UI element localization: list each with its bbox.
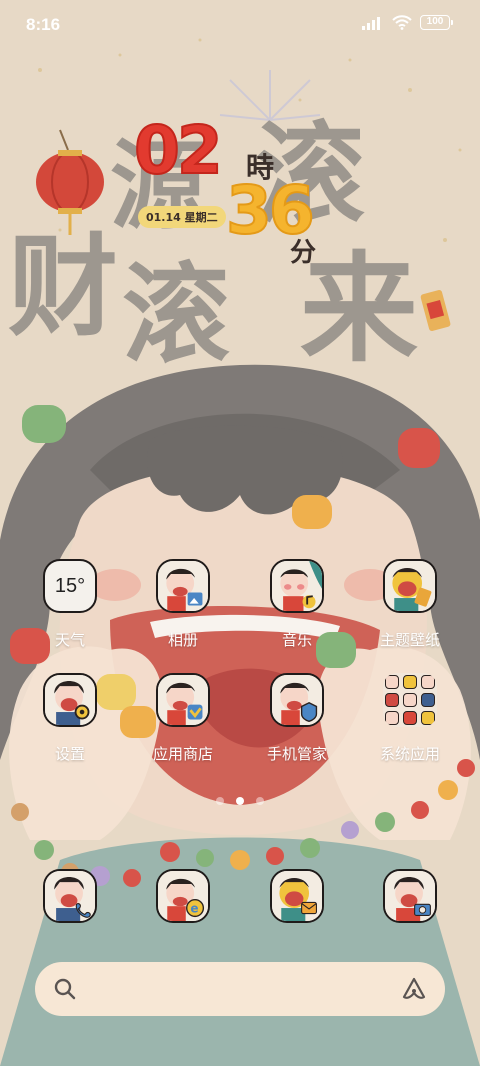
folder-app-icon <box>385 711 399 725</box>
wifi-icon <box>392 15 412 30</box>
system-apps-folder-icon <box>383 673 437 727</box>
app-label: 相册 <box>167 631 198 649</box>
page-indicator[interactable] <box>0 797 480 805</box>
wallpaper-character: 滚 <box>122 253 231 378</box>
dock-app-camera[interactable] <box>355 869 465 929</box>
clock-widget[interactable]: 02 時 01.14 星期二 36 分 <box>130 112 350 278</box>
app-weather[interactable]: 15° 天气 <box>15 559 125 669</box>
status-bar: 8:16 100 <box>0 0 480 50</box>
browser-icon: e <box>156 869 210 923</box>
folder-app-icon <box>385 693 399 707</box>
page-dot[interactable] <box>256 797 264 805</box>
search-input[interactable] <box>87 972 387 1006</box>
clock-hour: 02 <box>133 112 224 189</box>
folder-app-icon <box>421 675 435 689</box>
weather-temperature: 15° <box>54 574 86 597</box>
messages-icon <box>270 869 324 923</box>
folder-app-icon <box>421 711 435 725</box>
app-store-icon <box>156 673 210 727</box>
folder-app-icon <box>403 675 417 689</box>
page-dot-active[interactable] <box>236 797 244 805</box>
status-icons: 100 <box>362 15 453 30</box>
app-security[interactable]: 手机管家 <box>242 673 352 783</box>
signal-icon <box>362 16 380 30</box>
app-label: 系统应用 <box>379 745 440 763</box>
app-settings[interactable]: 设置 <box>15 673 125 783</box>
battery-icon: 100 <box>420 15 453 30</box>
dock-app-messages[interactable] <box>242 869 352 929</box>
music-icon <box>270 559 324 613</box>
app-themes[interactable]: 主题壁纸 <box>355 559 465 669</box>
page-dot[interactable] <box>216 797 224 805</box>
clock-minute-unit: 分 <box>290 238 317 268</box>
folder-app-icon <box>385 675 399 689</box>
status-time: 8:16 <box>26 15 61 34</box>
app-system-apps-folder[interactable]: 系统应用 <box>355 673 465 783</box>
themes-icon <box>383 559 437 613</box>
search-bar[interactable] <box>35 962 445 1016</box>
weather-icon: 15° <box>43 559 97 613</box>
dock-app-browser[interactable]: e <box>128 869 238 929</box>
dock-app-phone[interactable] <box>15 869 125 929</box>
folder-app-icon <box>421 693 435 707</box>
search-icon <box>54 978 76 1000</box>
app-music[interactable]: 音乐 <box>242 559 352 669</box>
app-label: 设置 <box>54 745 85 763</box>
app-app-store[interactable]: 应用商店 <box>128 673 238 783</box>
security-icon <box>270 673 324 727</box>
wallpaper-character: 财 <box>8 223 118 351</box>
svg-text:e: e <box>190 902 198 916</box>
app-gallery[interactable]: 相册 <box>128 559 238 669</box>
settings-icon <box>43 673 97 727</box>
app-label: 手机管家 <box>266 745 327 763</box>
app-label: 主题壁纸 <box>379 631 440 649</box>
app-label: 天气 <box>54 631 85 649</box>
clock-date: 01.14 星期二 <box>138 206 226 228</box>
app-label: 音乐 <box>281 631 312 649</box>
folder-app-icon <box>403 693 417 707</box>
assistant-icon[interactable] <box>401 976 427 1002</box>
folder-app-icon <box>403 711 417 725</box>
phone-icon <box>43 869 97 923</box>
gallery-icon <box>156 559 210 613</box>
app-label: 应用商店 <box>152 745 213 763</box>
camera-icon <box>383 869 437 923</box>
